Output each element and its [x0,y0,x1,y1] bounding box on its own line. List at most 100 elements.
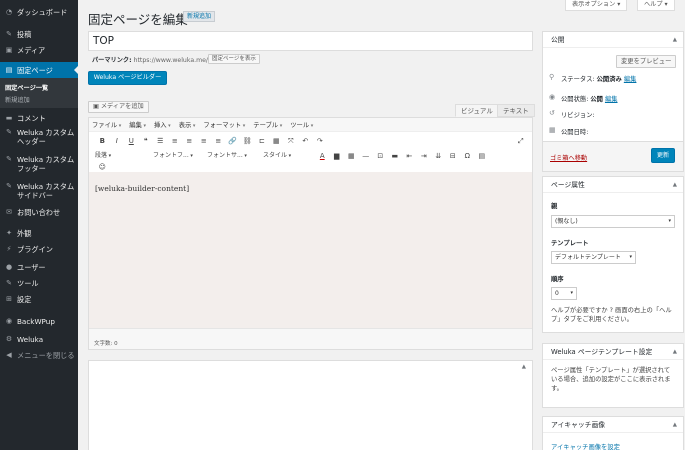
submenu-add-new[interactable]: 新規追加 [5,95,30,104]
comment-icon: ▬ [5,114,13,122]
style-select[interactable]: スタイル [263,151,307,161]
sidebar-item-label: プラグイン [17,245,53,254]
publish-title[interactable]: 公開 ▲ [543,32,683,48]
menu-table[interactable]: テーブル [253,120,282,129]
sidebar-item-pages[interactable]: ▤ 固定ページ [0,62,78,78]
horizontal-rule-icon[interactable]: — [359,152,374,160]
visibility-edit-link[interactable]: 編集 [605,96,618,103]
page-title: 固定ページを編集 [88,12,188,27]
set-featured-image-link[interactable]: アイキャッチ画像を設定 [551,442,620,450]
admin-sidebar: ◔ ダッシュボード ✎ 投稿 ▣ メディア ▤ 固定ページ 固定ページ一覧 新規追加 ▬… [0,0,78,450]
expand-icon[interactable]: ⤧ [284,137,299,146]
eye-icon: ◉ [549,93,556,101]
sidebar-item-media[interactable]: ▣ メディア [0,46,78,55]
sidebar-item-posts[interactable]: ✎ 投稿 [0,30,78,39]
sidebar-item-plugins[interactable]: ⚡ プラグイン [0,245,78,254]
sidebar-item-custom-footer[interactable]: ✎ Weluka カスタムフッター [0,155,78,173]
tab-visual[interactable]: ビジュアル [455,104,499,117]
parent-select[interactable]: (親なし) [551,215,675,228]
collapse-icon[interactable]: ▲ [673,344,677,360]
table-icon[interactable]: ▦ [344,152,359,160]
sidebar-item-weluka[interactable]: ⚙ Weluka [0,335,78,344]
clear-format-icon[interactable]: ⊟ [446,152,461,160]
weluka-page-builder-button[interactable]: Weluka ページビルダー [88,71,167,85]
emoji-icon[interactable]: ☺ [95,163,110,171]
menu-format[interactable]: フォーマット [203,120,245,129]
add-new-button[interactable]: 新規追加 [183,11,216,22]
unlink-icon[interactable]: ⛓ [240,137,255,145]
bullet-list-icon[interactable]: ☰ [153,137,168,145]
collapse-icon[interactable]: ▲ [522,364,526,370]
bold-icon[interactable]: B [95,137,110,145]
editor-content[interactable]: [weluka-builder-content] [89,172,532,328]
collapse-icon[interactable]: ▲ [673,417,677,433]
view-page-button[interactable]: 固定ページを表示 [208,54,260,64]
sidebar-item-dashboard[interactable]: ◔ ダッシュボード [0,8,78,17]
permalink-url[interactable]: https://www.weluka.me/ [134,57,208,64]
revision-row: リビジョン: [561,112,595,119]
fullscreen-icon[interactable]: ⤢ [514,137,529,146]
featured-image-title[interactable]: アイキャッチ画像 ▲ [543,417,683,433]
sidebar-item-backwpup[interactable]: ◉ BackWPup [0,317,78,326]
bookmark-icon[interactable]: ⊏ [255,137,270,145]
strikethrough-icon[interactable]: ▬ [388,152,403,160]
undo-icon[interactable]: ↶ [298,137,313,145]
menu-file[interactable]: ファイル [92,120,121,129]
sidebar-item-comments[interactable]: ▬ コメント [0,114,78,123]
font-family-select[interactable]: フォントフ... [153,151,199,161]
underline-icon[interactable]: U [124,137,139,145]
help-button[interactable]: ヘルプ ▾ [637,0,675,11]
template-select[interactable]: デフォルトテンプレート [551,251,636,264]
align-center-icon[interactable]: ≡ [197,137,212,145]
screen-options-button[interactable]: 表示オプション ▾ [565,0,628,11]
status-edit-link[interactable]: 編集 [624,76,637,83]
weluka-template-title[interactable]: Weluka ページテンプレート設定 ▲ [543,344,683,360]
trash-link[interactable]: ゴミ箱へ移動 [550,153,587,162]
text-color-icon[interactable]: A [315,152,330,160]
collapse-icon[interactable]: ▲ [673,32,677,48]
media-icon: ▣ [93,103,101,110]
paragraph-select[interactable]: 段落 [95,151,145,161]
blockquote-icon[interactable]: ❝ [139,137,154,145]
update-button[interactable]: 更新 [651,148,675,163]
menu-insert[interactable]: 挿入 [154,120,171,129]
paste-text-icon[interactable]: ⇊ [431,152,446,160]
link-icon[interactable]: 🔗 [226,137,241,145]
submenu-all-pages[interactable]: 固定ページ一覧 [5,83,48,92]
sidebar-item-tools[interactable]: ✎ ツール [0,279,78,288]
sidebar-item-contact[interactable]: ✉ お問い合わせ [0,208,78,217]
indent-icon[interactable]: ⇥ [417,152,432,160]
menu-edit[interactable]: 編集 [129,120,146,129]
font-size-select[interactable]: フォントサ... [207,151,255,161]
sidebar-item-users[interactable]: ● ユーザー [0,263,78,272]
code-icon[interactable]: ▤ [475,152,490,160]
outdent-icon[interactable]: ⇤ [402,152,417,160]
sidebar-item-settings[interactable]: ⊞ 設定 [0,295,78,304]
background-color-icon[interactable]: ▆ [330,152,345,160]
editor-menubar: ファイル 編集 挿入 表示 フォーマット テーブル ツール [89,118,532,132]
collapse-icon[interactable]: ▲ [673,177,677,193]
page-break-icon[interactable]: ⊡ [373,152,388,160]
tab-text[interactable]: テキスト [497,104,535,117]
numbered-list-icon[interactable]: ≡ [168,137,183,145]
sidebar-item-appearance[interactable]: ✦ 外観 [0,229,78,238]
sidebar-item-custom-sidebar[interactable]: ✎ Weluka カスタムサイドバー [0,182,78,200]
align-left-icon[interactable]: ≡ [182,137,197,145]
add-media-button[interactable]: ▣ メディアを追加 [88,101,149,113]
sidebar-item-custom-header[interactable]: ✎ Weluka カスタムヘッダー [0,128,78,146]
italic-icon[interactable]: I [110,137,125,145]
menu-view[interactable]: 表示 [179,120,196,129]
redo-icon[interactable]: ↷ [313,137,328,145]
title-input[interactable]: TOP [88,31,533,51]
weluka-template-text: ページ属性「テンプレート」が選択されている場合、追加の設定がここに表示されます。 [551,367,671,392]
sidebar-collapse-menu[interactable]: ◀ メニューを閉じる [0,351,78,360]
table-icon[interactable]: ▦ [269,137,284,145]
permalink: パーマリンク: https://www.weluka.me/ [92,55,208,64]
order-input[interactable]: 0 [551,287,577,300]
special-char-icon[interactable]: Ω [460,152,475,160]
menu-tools[interactable]: ツール [290,120,313,129]
pages-submenu: 固定ページ一覧 新規追加 [0,78,78,108]
align-right-icon[interactable]: ≡ [211,137,226,145]
preview-changes-button[interactable]: 変更をプレビュー [616,55,677,68]
page-attributes-title[interactable]: ページ属性 ▲ [543,177,683,193]
